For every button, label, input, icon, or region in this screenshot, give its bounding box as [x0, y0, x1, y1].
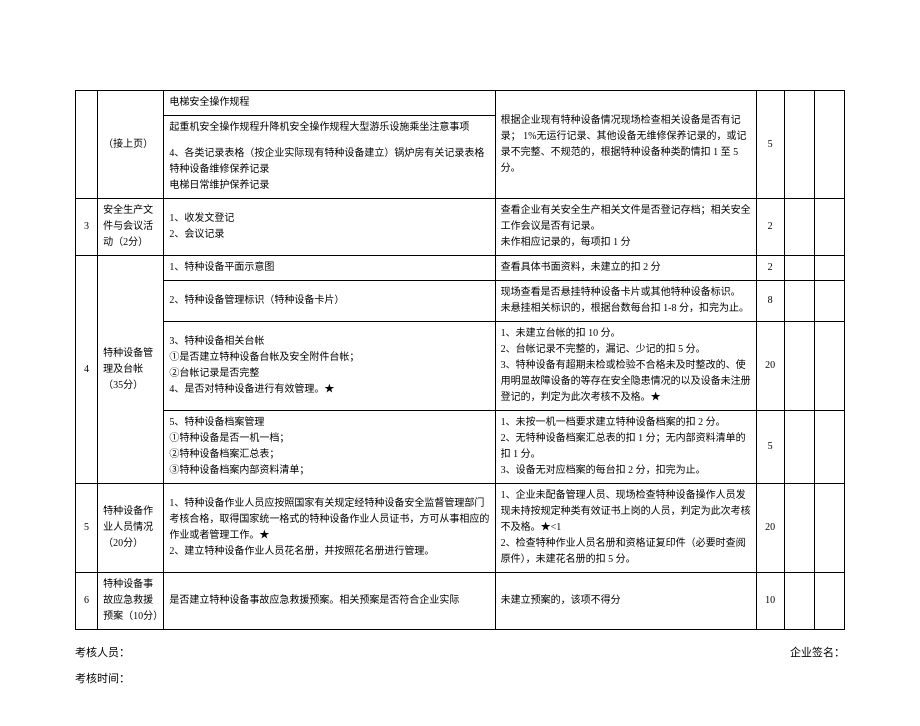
- cell-item: 5、特种设备档案管理 ①特种设备是否一机一档； ②特种设备档案汇总表； ③特种设…: [164, 411, 495, 484]
- cell-cat: 特种设备事故应急救援预案（10分）: [98, 573, 164, 630]
- cell-empty: [814, 91, 844, 199]
- cell-empty: [784, 281, 814, 322]
- cell-empty: [784, 411, 814, 484]
- table-row: 5 特种设备作业人员情况（20分） 1、特种设备作业人员应按照国家有关规定经特种…: [76, 484, 845, 573]
- cell-num: 3: [76, 199, 98, 256]
- sign-label: 企业签名：: [790, 644, 845, 660]
- cell-empty: [814, 199, 844, 256]
- cell-empty: [814, 484, 844, 573]
- cell-crit: 现场查看是否悬挂特种设备卡片或其他特种设备标识。 未悬挂相关标识的，根据台数每台…: [495, 281, 756, 322]
- cell-score: 5: [756, 411, 784, 484]
- document-wrap: （接上页） 电梯安全操作规程 根据企业现有特种设备情况现场检查相关设备是否有记录…: [75, 90, 845, 686]
- cell-cat: 特种设备管理及台帐（35分）: [98, 256, 164, 484]
- assessor-label: 考核人员：: [75, 644, 130, 660]
- cell-score: 5: [756, 91, 784, 199]
- cell-empty: [814, 573, 844, 630]
- cell-item: 1、特种设备作业人员应按照国家有关规定经特种设备安全监督管理部门考核合格，取得国…: [164, 484, 495, 573]
- cell-empty: [814, 256, 844, 281]
- table-row: 6 特种设备事故应急救援预案（10分） 是否建立特种设备事故应急救援预案。相关预…: [76, 573, 845, 630]
- cell-crit: 1、企业未配备管理人员、现场检查特种设备操作人员发现未持按规定种类有效证书上岗的…: [495, 484, 756, 573]
- text-block: 起重机安全操作规程升降机安全操作规程大型游乐设施乘坐注意事项: [169, 120, 489, 136]
- cell-score: 20: [756, 322, 784, 411]
- cell-item: 1、收发文登记 2、会议记录: [164, 199, 495, 256]
- time-label: 考核时间：: [75, 673, 130, 685]
- cell-empty: [814, 411, 844, 484]
- cell-cat: 安全生产文件与会议活动（2分）: [98, 199, 164, 256]
- cell-crit: 1、未按一机一档要求建立特种设备档案的扣 2 分。 2、无特种设备档案汇总表的扣…: [495, 411, 756, 484]
- cell-num: [76, 91, 98, 199]
- cell-score: 2: [756, 256, 784, 281]
- cell-empty: [784, 256, 814, 281]
- cell-empty: [784, 91, 814, 199]
- cell-item: 起重机安全操作规程升降机安全操作规程大型游乐设施乘坐注意事项 4、各类记录表格（…: [164, 116, 495, 199]
- cell-item: 是否建立特种设备事故应急救援预案。相关预案是否符合企业实际: [164, 573, 495, 630]
- assessment-table: （接上页） 电梯安全操作规程 根据企业现有特种设备情况现场检查相关设备是否有记录…: [75, 90, 845, 630]
- cell-num: 6: [76, 573, 98, 630]
- cell-item: 2、特种设备管理标识（特种设备卡片）: [164, 281, 495, 322]
- cell-num: 5: [76, 484, 98, 573]
- table-row: 5、特种设备档案管理 ①特种设备是否一机一档； ②特种设备档案汇总表； ③特种设…: [76, 411, 845, 484]
- cell-item: 1、特种设备平面示意图: [164, 256, 495, 281]
- cell-empty: [784, 573, 814, 630]
- cell-empty: [814, 281, 844, 322]
- table-row: 3、特种设备相关台帐 ①是否建立特种设备台帐及安全附件台帐； ②台帐记录是否完整…: [76, 322, 845, 411]
- cell-crit: 1、未建立台帐的扣 10 分。 2、台帐记录不完整的，漏记、少记的扣 5 分。 …: [495, 322, 756, 411]
- cell-item: 电梯安全操作规程: [164, 91, 495, 116]
- cell-cat: （接上页）: [98, 91, 164, 199]
- cell-num: 4: [76, 256, 98, 484]
- cell-empty: [784, 199, 814, 256]
- footer-row-1: 考核人员： 企业签名：: [75, 644, 845, 660]
- cell-score: 2: [756, 199, 784, 256]
- footer-row-2: 考核时间：: [75, 670, 845, 686]
- cell-score: 10: [756, 573, 784, 630]
- cell-empty: [814, 322, 844, 411]
- cell-score: 20: [756, 484, 784, 573]
- cell-score: 8: [756, 281, 784, 322]
- cell-crit: 查看具体书面资料，未建立的扣 2 分: [495, 256, 756, 281]
- table-row: 4 特种设备管理及台帐（35分） 1、特种设备平面示意图 查看具体书面资料，未建…: [76, 256, 845, 281]
- cell-item: 3、特种设备相关台帐 ①是否建立特种设备台帐及安全附件台帐； ②台帐记录是否完整…: [164, 322, 495, 411]
- table-row: （接上页） 电梯安全操作规程 根据企业现有特种设备情况现场检查相关设备是否有记录…: [76, 91, 845, 116]
- table-row: 2、特种设备管理标识（特种设备卡片） 现场查看是否悬挂特种设备卡片或其他特种设备…: [76, 281, 845, 322]
- cell-crit: 查看企业有关安全生产相关文件是否登记存档；相关安全工作会议是否有记录。 未作相应…: [495, 199, 756, 256]
- cell-empty: [784, 484, 814, 573]
- cell-crit: 根据企业现有特种设备情况现场检查相关设备是否有记录； 1%无运行记录、其他设备无…: [495, 91, 756, 199]
- table-row: 3 安全生产文件与会议活动（2分） 1、收发文登记 2、会议记录 查看企业有关安…: [76, 199, 845, 256]
- cell-crit: 未建立预案的，该项不得分: [495, 573, 756, 630]
- cell-empty: [784, 322, 814, 411]
- cell-cat: 特种设备作业人员情况（20分）: [98, 484, 164, 573]
- text-block: 4、各类记录表格（按企业实际现有特种设备建立）锅炉房有关记录表格 特种设备维修保…: [169, 146, 489, 194]
